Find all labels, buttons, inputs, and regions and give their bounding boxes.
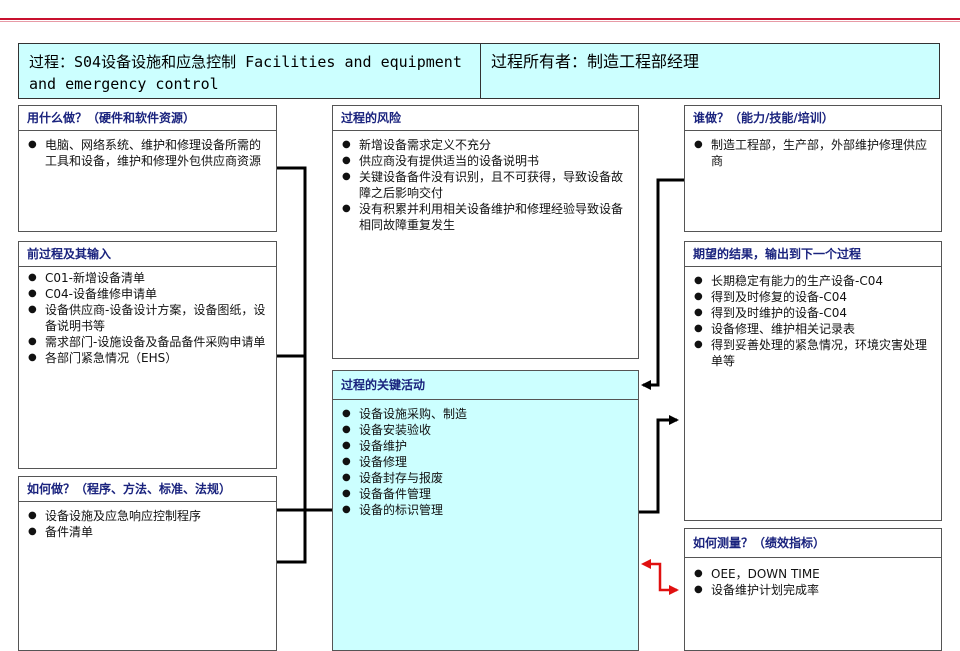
who-list: 制造工程部，生产部，外部维护修理供应商 [685,131,941,169]
list-item: 设备维护计划完成率 [693,582,933,598]
risks-box: 过程的风险 新增设备需求定义不充分 供应商没有提供适当的设备说明书 关键设备备件… [332,105,639,359]
measures-arrow-head [641,559,651,569]
who-title: 谁做？（能力/技能/培训） [685,106,941,131]
list-item: 设备封存与报废 [341,470,630,486]
who-box: 谁做？（能力/技能/培训） 制造工程部，生产部，外部维护修理供应商 [684,105,942,232]
list-item: 设备供应商-设备设计方案，设备图纸，设备说明书等 [27,302,268,334]
list-item: 新增设备需求定义不充分 [341,137,630,153]
list-item: 没有积累并利用相关设备维护和修理经验导致设备相同故障重复发生 [341,201,630,233]
top-rule [0,18,960,20]
list-item: 设备安装验收 [341,422,630,438]
activities-box: 过程的关键活动 设备设施采购、制造 设备安装验收 设备维护 设备修理 设备封存与… [332,370,639,651]
list-item: 得到及时维护的设备-C04 [693,305,933,321]
resources-title: 用什么做？（硬件和软件资源） [19,106,276,131]
list-item: 制造工程部，生产部，外部维护修理供应商 [693,137,933,169]
who-arrow [641,178,684,390]
list-item: 得到及时修复的设备-C04 [693,289,933,305]
list-item: 备件清单 [27,524,268,540]
outputs-arrow [639,415,679,514]
list-item: 设备设施及应急响应控制程序 [27,508,268,524]
measures-arrow [645,562,679,595]
methods-title: 如何做？（程序、方法、标准、法规） [19,477,276,502]
risks-title: 过程的风险 [333,106,638,131]
list-item: 需求部门-设施设备及备品备件采购申请单 [27,334,268,350]
list-item: 设备维护 [341,438,630,454]
list-item: C01-新增设备清单 [27,270,268,286]
resources-list: 电脑、网络系统、维护和修理设备所需的工具和设备，维护和修理外包供应商资源 [19,131,276,169]
process-owner: 过程所有者：制造工程部经理 [491,52,700,71]
top-rule-shadow [0,21,960,22]
activities-list: 设备设施采购、制造 设备安装验收 设备维护 设备修理 设备封存与报废 设备备件管… [333,400,638,518]
list-item: 设备修理 [341,454,630,470]
list-item: 电脑、网络系统、维护和修理设备所需的工具和设备，维护和修理外包供应商资源 [27,137,268,169]
resources-connector [277,166,307,564]
outputs-title: 期望的结果，输出到下一个过程 [685,242,941,267]
list-item: 各部门紧急情况（EHS） [27,350,268,366]
process-title: 过程：S04设备设施和应急控制 Facilities and equipment… [19,44,481,98]
methods-box: 如何做？（程序、方法、标准、法规） 设备设施及应急响应控制程序 备件清单 [18,476,277,651]
list-item: C04-设备维修申请单 [27,286,268,302]
outputs-box: 期望的结果，输出到下一个过程 长期稳定有能力的生产设备-C04 得到及时修复的设… [684,241,942,521]
list-item: 设备的标识管理 [341,502,630,518]
list-item: 设备修理、维护相关记录表 [693,321,933,337]
activities-title: 过程的关键活动 [333,371,638,400]
outputs-list: 长期稳定有能力的生产设备-C04 得到及时修复的设备-C04 得到及时维护的设备… [685,267,941,369]
inputs-title: 前过程及其输入 [19,242,276,267]
list-item: 供应商没有提供适当的设备说明书 [341,153,630,169]
list-item: 设备备件管理 [341,486,630,502]
risks-list: 新增设备需求定义不充分 供应商没有提供适当的设备说明书 关键设备备件没有识别，且… [333,131,638,233]
list-item: OEE，DOWN TIME [693,566,933,582]
list-item: 设备设施采购、制造 [341,406,630,422]
list-item: 长期稳定有能力的生产设备-C04 [693,273,933,289]
measures-list: OEE，DOWN TIME 设备维护计划完成率 [685,558,941,598]
measures-title: 如何测量？（绩效指标） [685,529,941,558]
list-item: 得到妥善处理的紧急情况，环境灾害处理单等 [693,337,933,369]
inputs-list: C01-新增设备清单 C04-设备维修申请单 设备供应商-设备设计方案，设备图纸… [19,267,276,366]
measures-box: 如何测量？（绩效指标） OEE，DOWN TIME 设备维护计划完成率 [684,528,942,651]
methods-list: 设备设施及应急响应控制程序 备件清单 [19,502,276,540]
resources-box: 用什么做？（硬件和软件资源） 电脑、网络系统、维护和修理设备所需的工具和设备，维… [18,105,277,232]
process-header: 过程：S04设备设施和应急控制 Facilities and equipment… [18,43,940,99]
list-item: 关键设备备件没有识别，且不可获得，导致设备故障之后影响交付 [341,169,630,201]
inputs-box: 前过程及其输入 C01-新增设备清单 C04-设备维修申请单 设备供应商-设备设… [18,241,277,469]
